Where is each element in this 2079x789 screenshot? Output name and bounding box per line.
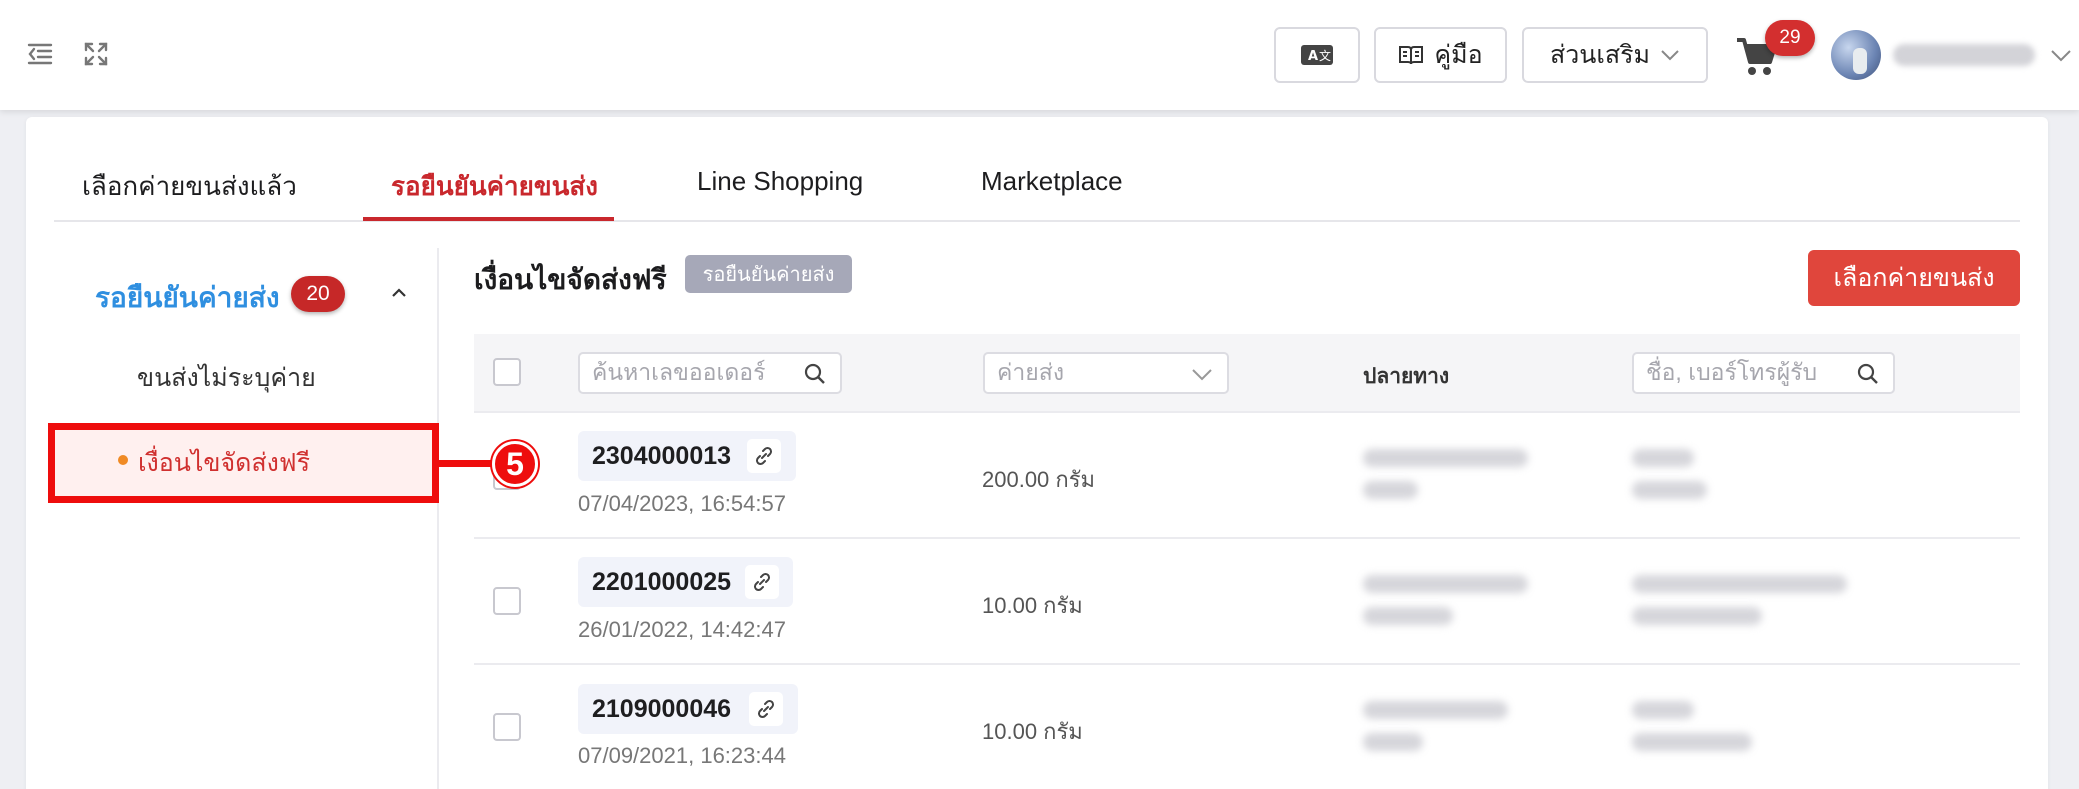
tab-awaiting-carrier[interactable]: รอยืนยันค่ายขนส่ง: [391, 166, 598, 207]
order-number-text: 2304000013: [592, 441, 732, 470]
avatar[interactable]: [1831, 30, 1881, 80]
top-bar: A 文 คู่มือ ส่วนเสริม 29: [0, 0, 2079, 110]
collapse-menu-icon[interactable]: [26, 40, 54, 68]
recipient-blurred: [1632, 701, 1694, 719]
tab-carrier-selected[interactable]: เลือกค่ายขนส่งแล้ว: [82, 166, 297, 207]
select-all-checkbox[interactable]: [493, 358, 521, 386]
sidebar-count-badge: 20: [291, 276, 345, 312]
translate-icon: A 文: [1301, 45, 1333, 65]
select-carrier-button[interactable]: เลือกค่ายขนส่ง: [1808, 250, 2020, 306]
chevron-up-icon[interactable]: [388, 282, 410, 304]
link-icon: [755, 446, 773, 466]
username-blurred: [1893, 44, 2035, 66]
destination-blurred: [1363, 449, 1528, 467]
extras-dropdown-label: ส่วนเสริม: [1549, 41, 1651, 69]
guide-button-label: คู่มือ: [1434, 41, 1483, 69]
chevron-down-icon: [1192, 369, 1212, 381]
destination-blurred: [1363, 607, 1453, 625]
tab-line-shopping[interactable]: Line Shopping: [697, 166, 863, 197]
order-date: 07/09/2021, 16:23:44: [578, 743, 786, 768]
row-checkbox[interactable]: [493, 587, 521, 615]
order-search-placeholder: ค้นหาเลขออเดอร์: [592, 359, 766, 385]
recipient-search-placeholder: ชื่อ, เบอร์โทรผู้รับ: [1646, 359, 1818, 385]
copy-link-button[interactable]: [749, 692, 783, 726]
parcel-weight: 200.00 กรัม: [982, 467, 1096, 492]
tabs-divider: [54, 220, 2020, 222]
chevron-down-icon: [1661, 50, 1679, 61]
destination-column-header: ปลายทาง: [1363, 365, 1450, 388]
link-icon: [757, 699, 775, 719]
recipient-search-input[interactable]: ชื่อ, เบอร์โทรผู้รับ: [1632, 352, 1895, 394]
status-badge: รอยืนยันค่ายส่ง: [685, 255, 852, 293]
recipient-blurred: [1632, 449, 1694, 467]
recipient-blurred: [1632, 607, 1762, 625]
book-icon: [1399, 46, 1424, 65]
translate-button[interactable]: A 文: [1274, 27, 1360, 83]
parcel-weight: 10.00 กรัม: [982, 593, 1083, 618]
copy-link-button[interactable]: [747, 439, 781, 473]
step-number-badge: 5: [492, 441, 538, 487]
recipient-blurred: [1632, 575, 1847, 593]
svg-text:A: A: [1308, 49, 1318, 64]
row-checkbox[interactable]: [493, 713, 521, 741]
order-date: 07/04/2023, 16:54:57: [578, 491, 786, 516]
row-divider: [474, 663, 2020, 665]
destination-blurred: [1363, 733, 1423, 751]
carrier-select-placeholder: ค่ายส่ง: [997, 359, 1065, 385]
sidebar-title[interactable]: รอยืนยันค่ายส่ง: [95, 276, 280, 320]
parcel-weight: 10.00 กรัม: [982, 719, 1083, 744]
page-title: เงื่อนไขจัดส่งฟรี: [474, 264, 667, 295]
recipient-blurred: [1632, 481, 1707, 499]
guide-button[interactable]: คู่มือ: [1374, 27, 1507, 83]
order-search-input[interactable]: ค้นหาเลขออเดอร์: [578, 352, 842, 394]
svg-text:文: 文: [1319, 48, 1331, 63]
extras-dropdown[interactable]: ส่วนเสริม: [1522, 27, 1708, 83]
highlight-connector: [439, 460, 497, 467]
cart-count-badge: 29: [1765, 20, 1815, 56]
search-icon: [804, 363, 825, 384]
order-number-text: 2201000025: [592, 567, 732, 596]
recipient-blurred: [1632, 733, 1752, 751]
copy-link-button[interactable]: [745, 565, 779, 599]
tab-marketplace[interactable]: Marketplace: [981, 166, 1123, 197]
link-icon: [753, 572, 771, 592]
active-tab-indicator: [363, 217, 614, 221]
chevron-down-icon[interactable]: [2050, 44, 2072, 66]
destination-blurred: [1363, 481, 1418, 499]
destination-blurred: [1363, 701, 1508, 719]
search-icon: [1857, 363, 1878, 384]
order-number-text: 2109000046: [592, 694, 732, 723]
sidebar-item-unspecified-carrier[interactable]: ขนส่งไม่ระบุค่าย: [137, 358, 316, 398]
highlight-box: [48, 423, 439, 503]
fullscreen-icon[interactable]: [82, 40, 110, 68]
order-date: 26/01/2022, 14:42:47: [578, 617, 786, 642]
destination-blurred: [1363, 575, 1528, 593]
row-divider: [474, 537, 2020, 539]
sidebar-divider: [437, 248, 439, 789]
row-divider: [474, 411, 2020, 413]
carrier-select[interactable]: ค่ายส่ง: [983, 352, 1229, 394]
